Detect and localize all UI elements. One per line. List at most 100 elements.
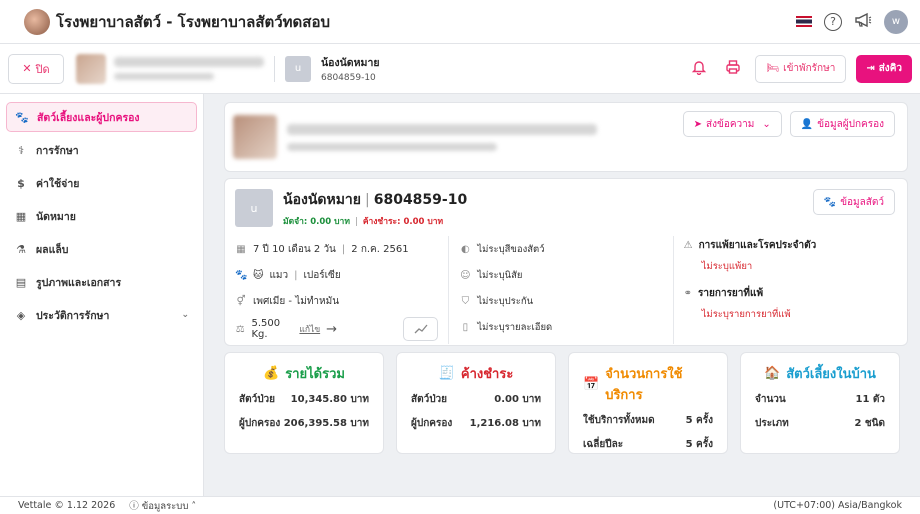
history-icon: ◈ xyxy=(16,308,26,322)
outstanding-card: 🧾 ค้างชำระ สัตว์ป่วย 0.00 บาท ผู้ปกครอง 1,… xyxy=(396,352,556,454)
close-icon: ✕ xyxy=(22,62,32,75)
pet-id: 6804859-10 xyxy=(321,73,376,83)
sidebar-item-images-docs[interactable]: ▤ รูปภาพและเอกสาร xyxy=(6,267,197,297)
note-icon: ▯ xyxy=(462,321,469,333)
pet-thumbnail: u xyxy=(235,189,273,227)
stat-row: ผู้ปกครอง 206,395.58 บาท xyxy=(239,418,369,429)
pet-header: u น้องนัดหมาย | 6804859-10 มัดจำ: 0.00 บาท… xyxy=(235,189,897,228)
revenue-card: 💰 รายได้รวม สัตว์ป่วย 10,345.80 บาท ผู้ปก… xyxy=(224,352,384,454)
warning-icon: ⚠ xyxy=(683,240,693,251)
stethoscope-icon: ⚕ xyxy=(18,143,24,157)
user-avatar[interactable]: w xyxy=(884,9,908,34)
sidebar-item-pets-owners[interactable]: 🐾 สัตว์เลี้ยงและผู้ปกครอง xyxy=(6,102,197,132)
pet-birthdate: 2 ก.ค. 2561 xyxy=(351,243,409,255)
sidebar-item-label: ผลแล็บ xyxy=(36,243,69,256)
sidebar-item-label: สัตว์เลี้ยงและผู้ปกครอง xyxy=(37,111,140,124)
sidebar-item-label: รูปภาพและเอกสาร xyxy=(36,276,122,289)
drug-allergy-value: ไม่ระบุรายการยาที่แพ้ xyxy=(701,309,791,320)
sidebar-item-history[interactable]: ◈ ประวัติการรักษา ⌄ xyxy=(6,300,197,330)
system-info-link[interactable]: ⓘ ข้อมูลระบบ ˄ xyxy=(129,498,196,514)
outstanding-title: 🧾 ค้างชำระ xyxy=(438,366,514,382)
pet-extra-column: ◐ ไม่ระบุสีของสัตว์ ☺ ไม่ระบุนิสัย ⛉ ไม่… xyxy=(449,236,674,344)
sex-row: ⚥ เพศเมีย - ไม่ทำหมัน xyxy=(235,288,438,314)
stat-row: ใช้บริการทั้งหมด 5 ครั้ง xyxy=(583,415,713,426)
sidebar-item-label: ค่าใช้จ่าย xyxy=(36,177,80,190)
pet-weight: 5.500 Kg. xyxy=(251,318,281,340)
close-label: ปิด xyxy=(35,62,50,76)
sidebar-item-appointments[interactable]: ▦ นัดหมาย xyxy=(6,201,197,231)
pet-insurance: ไม่ระบุประกัน xyxy=(477,295,534,307)
owner-photo-blurred xyxy=(76,53,106,84)
age-row: ▦ 7 ปี 10 เดือน 2 วัน | 2 ก.ค. 2561 xyxy=(236,243,409,255)
line-chart-icon xyxy=(414,324,428,334)
scale-icon: ⚖ xyxy=(235,323,245,335)
deposit-balance: มัดจำ: 0.00 บาท xyxy=(283,217,350,227)
document-icon: ▤ xyxy=(15,275,27,289)
info-icon: ⓘ xyxy=(129,500,139,512)
sidebar-item-treatment[interactable]: ⚕ การรักษา xyxy=(6,135,197,165)
sidebar-item-lab[interactable]: ⚗ ผลแล็บ xyxy=(6,234,197,264)
pet-sex: เพศเมีย - ไม่ทำหมัน xyxy=(253,295,340,307)
stats-row: 💰 รายได้รวม สัตว์ป่วย 10,345.80 บาท ผู้ปก… xyxy=(224,352,908,454)
color-row: ◐ ไม่ระบุสีของสัตว์ xyxy=(459,236,662,262)
pet-details-note: ไม่ระบุรายละเอียด xyxy=(477,321,553,333)
chevron-down-icon: ⌄ xyxy=(181,310,189,320)
pet-summary: น้องนัดหมาย 6804859-10 xyxy=(321,54,380,83)
owner-card: ➤ ส่งข้อความ ⌄ 👤 ข้อมูลผู้ปกครอง xyxy=(224,102,908,172)
weight-chart-button[interactable] xyxy=(403,317,439,341)
help-icon[interactable]: ? xyxy=(824,12,842,31)
shield-icon: ⛉ xyxy=(461,295,470,307)
house-paw-icon: 🏠 xyxy=(764,366,781,381)
chevron-up-icon: ˄ xyxy=(191,500,197,512)
visits-card: 📅 จำนวนการใช้บริการ ใช้บริการทั้งหมด 5 คร… xyxy=(568,352,728,454)
sidebar-item-label: การรักษา xyxy=(36,144,79,157)
pet-name: น้องนัดหมาย xyxy=(321,57,380,69)
calendar-icon: ▦ xyxy=(236,243,246,255)
send-queue-button[interactable]: ⇥ ส่งคิว xyxy=(856,54,912,83)
pet-id: 6804859-10 xyxy=(373,192,468,208)
pet-basic-column: ▦ 7 ปี 10 เดือน 2 วัน | 2 ก.ค. 2561 🐾 🐱 … xyxy=(235,236,450,344)
close-button[interactable]: ✕ ปิด xyxy=(8,53,64,84)
calendar-icon: ▦ xyxy=(15,209,27,223)
invoice-icon: 🧾 xyxy=(438,366,455,381)
species-row: 🐾 🐱 แมว | เปอร์เซีย xyxy=(235,269,341,281)
pet-details: ▦ 7 ปี 10 เดือน 2 วัน | 2 ก.ค. 2561 🐾 🐱 … xyxy=(235,236,897,344)
visits-title: 📅 จำนวนการใช้บริการ xyxy=(583,367,683,403)
stat-row: เฉลี่ยปีละ 5 ครั้ง xyxy=(583,439,713,450)
megaphone-icon[interactable] xyxy=(854,12,872,32)
bell-icon[interactable] xyxy=(687,59,711,79)
top-bar: โรงพยาบาลสัตว์ - โรงพยาบาลสัตว์ทดสอบ ? w xyxy=(0,0,920,44)
stat-row: จำนวน 11 ตัว xyxy=(755,394,885,405)
outstanding-balance: ค้างชำระ: 0.00 บาท xyxy=(362,217,444,227)
weight-row: ⚖ 5.500 Kg. แก้ไข → xyxy=(235,314,439,344)
stat-row: ประเภท 2 ชนิด xyxy=(755,418,885,429)
edit-weight-link[interactable]: แก้ไข xyxy=(299,322,320,336)
temperament-row: ☺ ไม่ระบุนิสัย xyxy=(459,262,662,288)
send-arrow-icon: ⇥ xyxy=(866,63,875,74)
stat-row: สัตว์ป่วย 10,345.80 บาท xyxy=(239,394,369,405)
allergy-title: ⚠ การแพ้ยาและโรคประจำตัว xyxy=(683,240,817,251)
palette-icon: ◐ xyxy=(460,243,470,255)
money-bag-icon: 💰 xyxy=(263,366,280,381)
printer-icon[interactable] xyxy=(721,59,745,79)
thai-flag-icon[interactable] xyxy=(796,16,812,27)
admit-button[interactable]: 🛏 เข้าพักรักษา xyxy=(755,54,847,83)
paw-icon: 🐾 xyxy=(823,196,837,208)
bed-icon: 🛏 xyxy=(766,63,780,74)
allergy-value: ไม่ระบุแพ้ยา xyxy=(701,261,753,272)
sidebar-item-expenses[interactable]: $ ค่าใช้จ่าย xyxy=(6,168,197,198)
sidebar: 🐾 สัตว์เลี้ยงและผู้ปกครอง ⚕ การรักษา $ ค… xyxy=(0,94,204,496)
pet-age: 7 ปี 10 เดือน 2 วัน xyxy=(253,243,336,255)
pet-temperament: ไม่ระบุนิสัย xyxy=(477,269,523,281)
drug-allergy-title: ⚭ รายการยาที่แพ้ xyxy=(683,288,764,299)
paw-icon: 🐾 xyxy=(15,110,29,124)
owner-info-button[interactable]: 👤 ข้อมูลผู้ปกครอง xyxy=(789,111,895,137)
chevron-down-icon: ⌄ xyxy=(762,118,771,130)
main-content: ➤ ส่งข้อความ ⌄ 👤 ข้อมูลผู้ปกครอง u น้องน… xyxy=(204,94,920,496)
version-text: Vettale © 1.12 2026 xyxy=(18,500,116,511)
divider xyxy=(274,55,275,82)
send-message-button[interactable]: ➤ ส่งข้อความ ⌄ xyxy=(682,111,782,137)
household-card: 🏠 สัตว์เลี้ยงในบ้าน จำนวน 11 ตัว ประเภท 2 … xyxy=(740,352,900,454)
pet-color: ไม่ระบุสีของสัตว์ xyxy=(477,243,545,255)
pet-info-button[interactable]: 🐾 ข้อมูลสัตว์ xyxy=(812,189,895,215)
